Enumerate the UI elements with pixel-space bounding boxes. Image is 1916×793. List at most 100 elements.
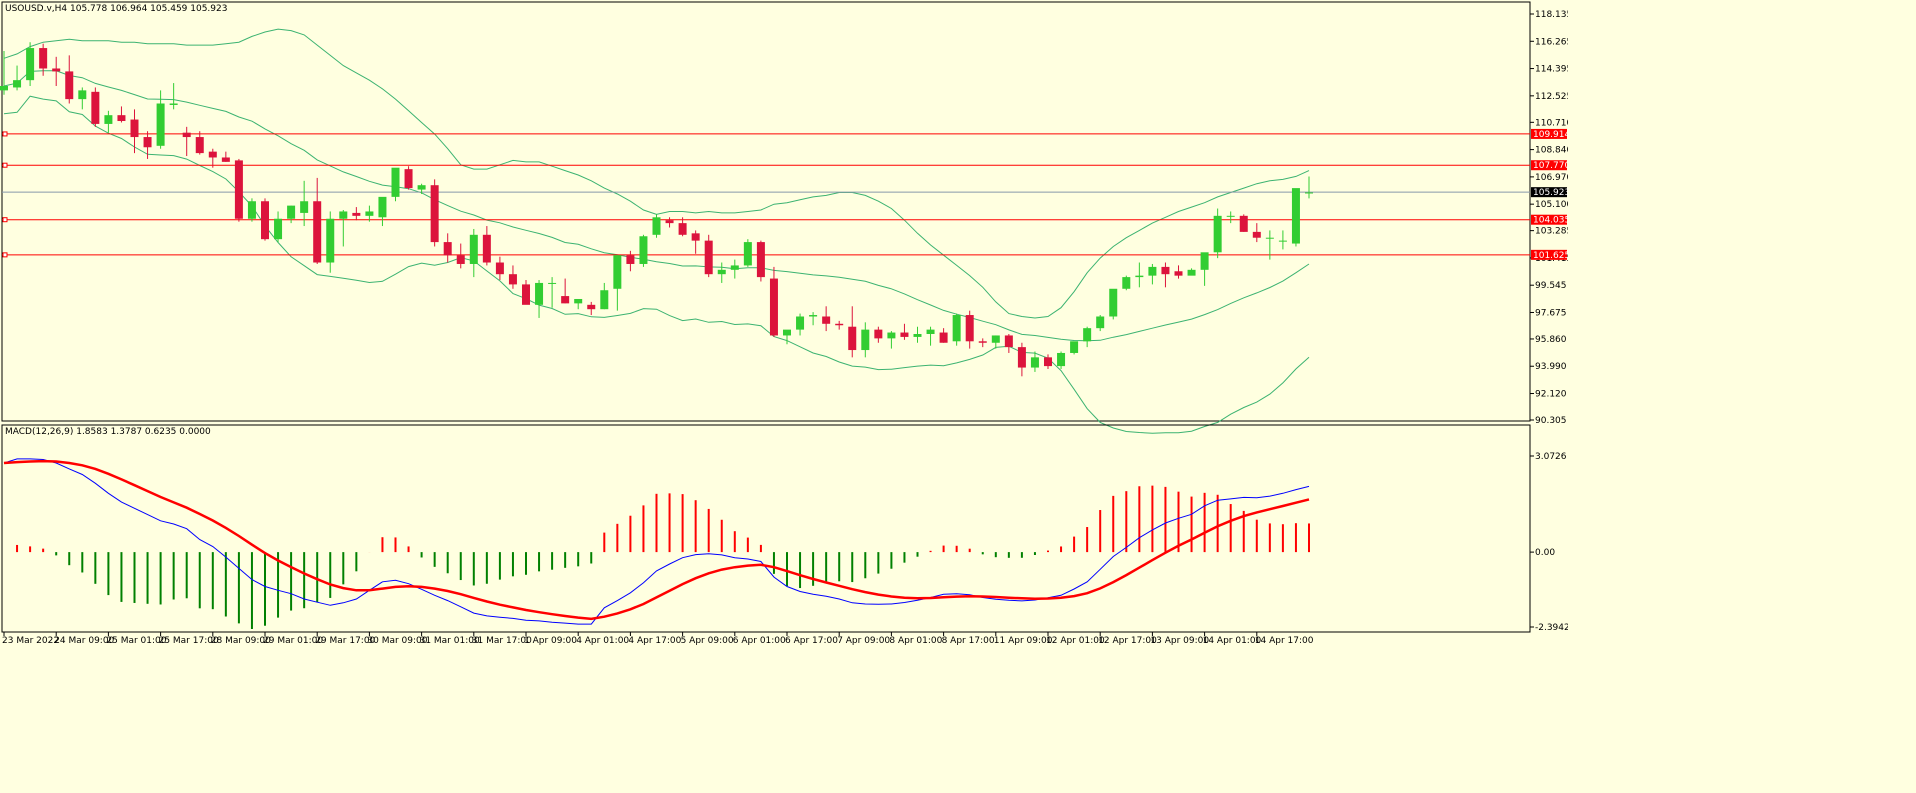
candle-body[interactable] [495,262,504,275]
candle-body[interactable] [0,85,8,91]
candle-body[interactable] [117,115,126,122]
candle-body[interactable] [234,160,243,219]
candle-body[interactable] [274,218,283,240]
price-level-handle[interactable] [2,131,8,137]
candle-body[interactable] [456,255,465,264]
candle-body[interactable] [430,185,439,243]
candle-body[interactable] [665,220,674,224]
candle-body[interactable] [469,234,478,264]
candle-body[interactable] [1135,275,1144,278]
candle-body[interactable] [1030,357,1039,368]
candle-body[interactable] [169,103,178,105]
candle-body[interactable] [1122,277,1131,289]
candle-body[interactable] [443,242,452,256]
candle-body[interactable] [1148,266,1157,276]
candle-body[interactable] [404,169,413,189]
candle-body[interactable] [1252,231,1261,238]
candle-body[interactable] [26,48,35,81]
candle-body[interactable] [522,284,530,305]
candle-body[interactable] [1109,288,1118,317]
candle-body[interactable] [391,167,400,197]
candle-body[interactable] [913,334,922,337]
candle-body[interactable] [52,68,61,72]
candle-body[interactable] [1213,215,1222,253]
candle-body[interactable] [1239,215,1248,232]
candle-body[interactable] [365,211,374,216]
candle-body[interactable] [965,315,974,342]
candle-body[interactable] [1174,271,1183,276]
candle-body[interactable] [13,80,22,88]
candle-body[interactable] [1044,357,1052,367]
candle-body[interactable] [809,315,818,317]
price-level-handle[interactable] [2,217,8,223]
candle-body[interactable] [939,332,948,343]
candle-body[interactable] [1305,192,1313,194]
candle-body[interactable] [613,255,622,289]
candle-body[interactable] [730,265,739,270]
candle-body[interactable] [874,329,883,339]
candle-body[interactable] [900,332,909,337]
candle-body[interactable] [1057,352,1066,367]
candle-body[interactable] [783,329,791,336]
candle-body[interactable] [952,315,961,342]
candle-body[interactable] [861,329,870,351]
candle-body[interactable] [978,341,987,343]
candle-body[interactable] [1004,335,1013,348]
candle-body[interactable] [1070,341,1079,353]
candle-body[interactable] [261,201,269,240]
candle-body[interactable] [1083,328,1092,342]
candle-body[interactable] [535,282,544,305]
candle-body[interactable] [587,304,596,310]
candle-body[interactable] [65,71,74,100]
candle-body[interactable] [1265,237,1274,239]
candle-body[interactable] [287,205,296,219]
candle-body[interactable] [822,316,831,324]
candle-body[interactable] [704,240,713,275]
candle-body[interactable] [313,201,322,263]
candle-body[interactable] [508,274,517,285]
candle-body[interactable] [182,132,191,138]
candle-body[interactable] [769,278,778,336]
candle-body[interactable] [848,326,857,351]
candle-body[interactable] [574,298,583,304]
candle-body[interactable] [208,151,217,158]
candle-body[interactable] [717,269,726,275]
candle-body[interactable] [91,91,100,124]
candle-body[interactable] [195,137,204,154]
candle-body[interactable] [1017,347,1026,368]
candle-body[interactable] [378,196,387,218]
candle-body[interactable] [339,211,348,219]
candle-body[interactable] [482,234,491,263]
candle-body[interactable] [39,48,48,69]
candle-body[interactable] [1187,269,1196,276]
candle-body[interactable] [991,335,1000,343]
candle-body[interactable] [561,296,570,304]
candle-body[interactable] [1161,266,1170,275]
candle-body[interactable] [639,236,648,264]
candle-body[interactable] [326,218,335,263]
candle-body[interactable] [652,217,661,235]
candle-body[interactable] [1096,316,1105,329]
candle-body[interactable] [743,242,752,266]
candle-body[interactable] [417,185,426,190]
candle-body[interactable] [1291,188,1300,244]
candle-body[interactable] [247,201,256,219]
candle-body[interactable] [143,137,152,148]
candle-body[interactable] [1278,240,1287,242]
candle-body[interactable] [626,255,635,264]
candle-body[interactable] [756,242,765,278]
candle-body[interactable] [796,316,805,330]
candle-body[interactable] [600,290,609,310]
candle-body[interactable] [130,119,139,138]
candle-body[interactable] [156,103,165,146]
candle-body[interactable] [887,332,896,339]
candle-body[interactable] [926,329,935,335]
candle-body[interactable] [300,201,309,213]
price-level-handle[interactable] [2,252,8,258]
candle-body[interactable] [104,115,113,124]
candle-body[interactable] [1226,215,1235,217]
candle-body[interactable] [78,90,87,100]
candle-body[interactable] [678,223,687,235]
candle-body[interactable] [548,282,557,284]
candle-body[interactable] [221,157,230,162]
